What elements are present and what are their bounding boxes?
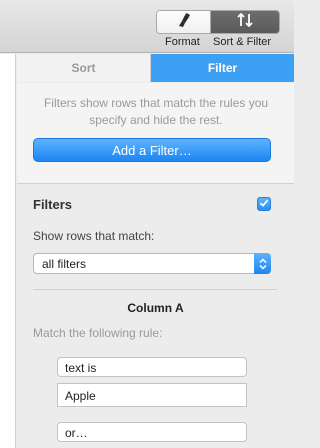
rule-column-title: Column A [127, 301, 184, 315]
inspector-tabs: Sort Filter [17, 54, 294, 82]
sort-filter-inspector: Sort Filter Filters show rows that match… [17, 54, 294, 448]
paintbrush-icon [176, 12, 192, 33]
rule-match-label: Match the following rule: [33, 326, 163, 340]
sort-arrows-icon [236, 12, 254, 33]
rule-condition-select[interactable]: text is [57, 357, 247, 377]
match-mode-select[interactable]: all filters [33, 253, 271, 274]
checkmark-icon [259, 195, 269, 213]
filters-enabled-checkbox[interactable] [257, 197, 271, 211]
add-or-rule-button[interactable]: or… [57, 422, 247, 442]
sort-filter-label: Sort & Filter [213, 36, 272, 48]
toolbar: Format Sort & Filter [0, 0, 294, 53]
filter-description: Filters show rows that match the rules y… [43, 96, 269, 127]
stepper-arrows-icon [254, 253, 271, 274]
filter-intro-section: Filters show rows that match the rules y… [17, 83, 294, 184]
inspector-toggle-group [156, 10, 280, 34]
format-button[interactable] [157, 11, 211, 33]
tab-filter[interactable]: Filter [151, 54, 294, 82]
rule-value-input[interactable]: Apple [57, 383, 247, 407]
format-label: Format [165, 36, 200, 48]
add-filter-button[interactable]: Add a Filter… [33, 138, 271, 162]
tab-sort[interactable]: Sort [17, 54, 151, 82]
match-mode-value: all filters [42, 257, 87, 271]
filters-heading: Filters [33, 197, 73, 212]
section-divider [33, 289, 277, 290]
sort-filter-button[interactable] [211, 11, 279, 33]
canvas-edge [0, 54, 16, 448]
show-rows-label: Show rows that match: [33, 229, 155, 243]
